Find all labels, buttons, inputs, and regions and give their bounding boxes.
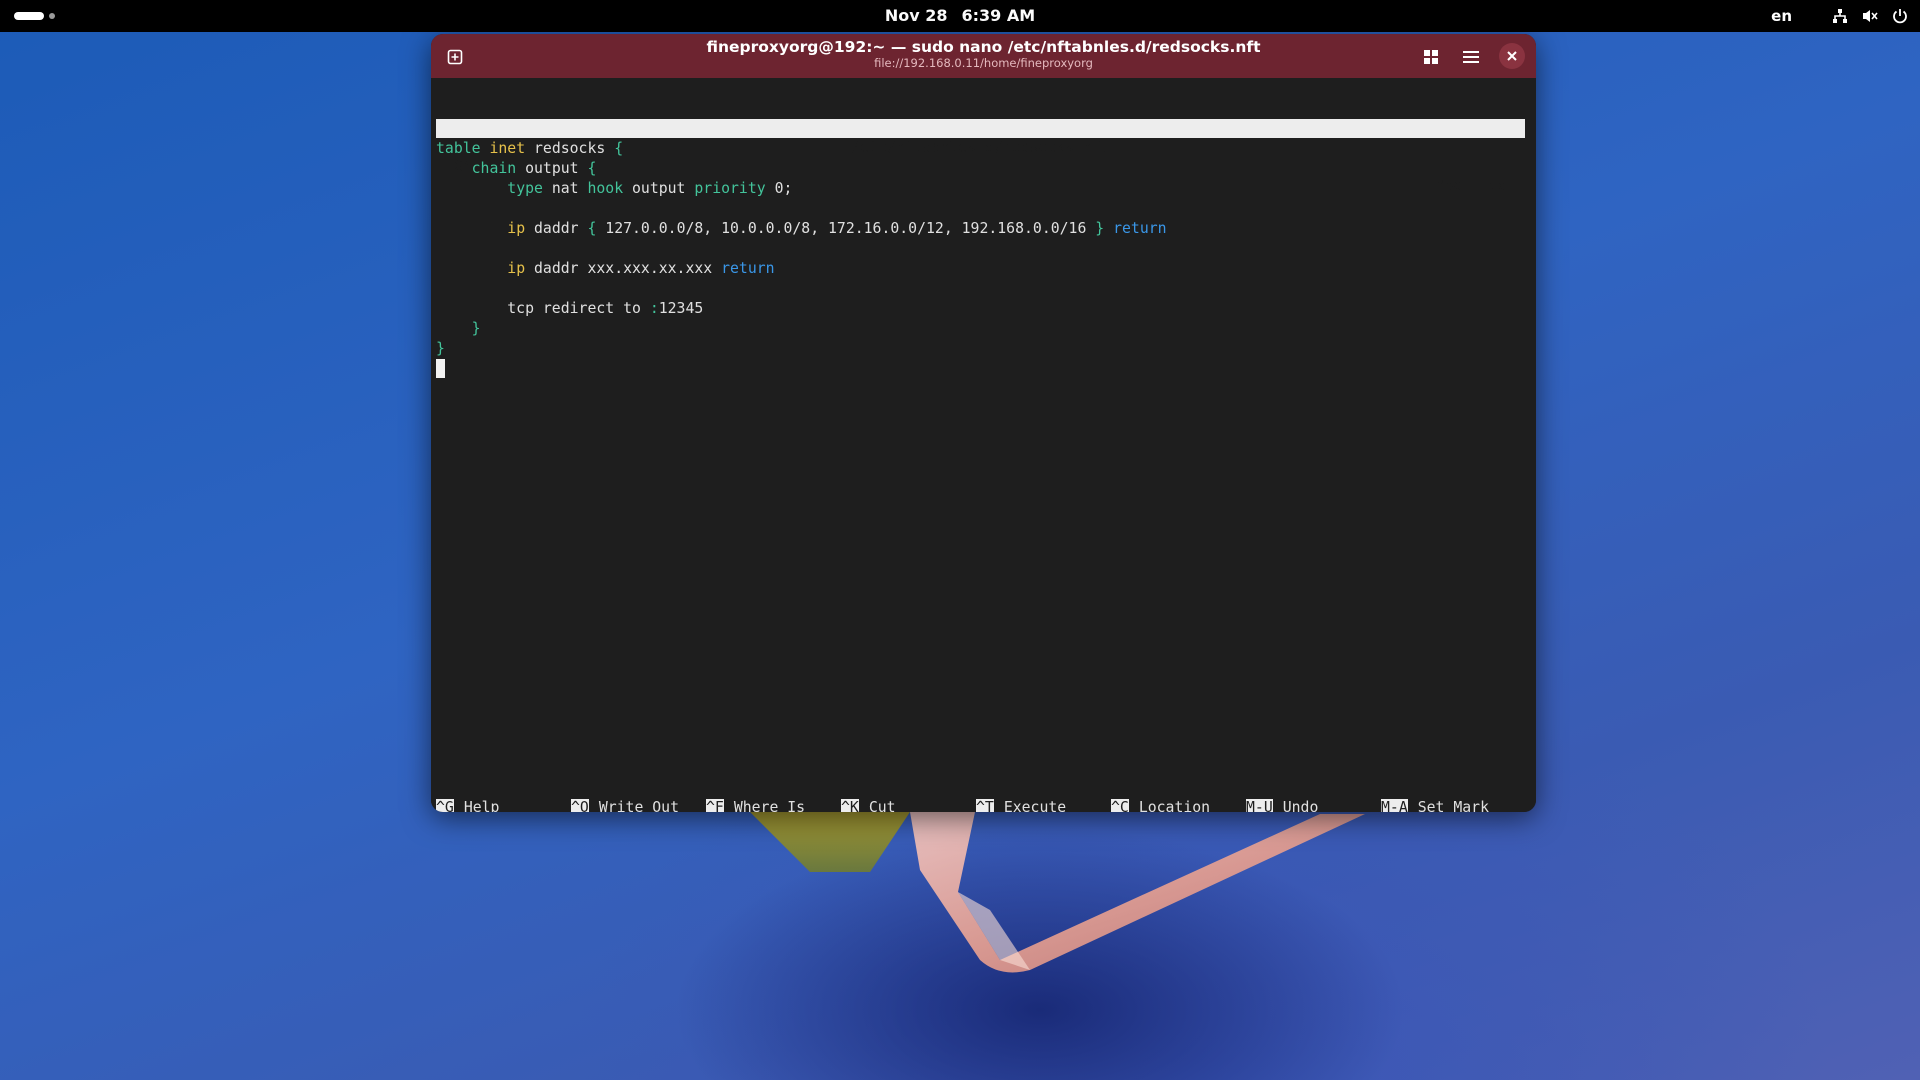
shortcut-label: Execute <box>1003 799 1067 812</box>
code-token: : <box>649 300 659 317</box>
new-tab-icon <box>447 49 463 65</box>
code-token: type <box>507 180 543 197</box>
code-token: return <box>721 260 775 277</box>
workspace-indicator[interactable] <box>49 13 55 19</box>
shortcut-where-is[interactable]: ^F Where Is <box>706 798 805 812</box>
shortcut-label: Help <box>463 799 500 812</box>
shortcut-key: M-A <box>1381 799 1408 812</box>
code-token: ip <box>507 260 526 277</box>
shortcut-execute[interactable]: ^T Execute <box>976 798 1066 812</box>
grid-view-icon <box>1424 50 1438 64</box>
shortcut-key: M-U <box>1246 799 1273 812</box>
code-token: } <box>471 320 481 337</box>
shortcut-key: ^K <box>841 799 859 812</box>
code-token: output <box>516 160 588 177</box>
network-icon[interactable] <box>1832 8 1848 24</box>
code-line[interactable]: type nat hook output priority 0; <box>436 179 1526 199</box>
code-line[interactable] <box>436 359 1526 379</box>
code-token: redsocks <box>525 140 615 157</box>
nano-title-bar: /etc/nftabnles.d/redsocks.nft GNU nano 8… <box>436 119 1525 194</box>
nano-shortcut-bar: ^G Help ^O Write Out ^F Where Is ^K Cut ^T Execut… <box>436 798 1531 812</box>
code-line[interactable]: ip daddr xxx.xxx.xx.xxx return <box>436 259 1526 279</box>
shortcut-key: ^T <box>976 799 994 812</box>
code-token: 127.0.0.0/8, 10.0.0.0/8, 172.16.0.0/12, … <box>596 220 1096 237</box>
code-token: return <box>1113 220 1167 237</box>
terminal-window: fineproxyorg@192:~ — sudo nano /etc/nfta… <box>431 34 1536 812</box>
code-line[interactable]: ip daddr { 127.0.0.0/8, 10.0.0.0/8, 172.… <box>436 219 1526 239</box>
terminal-area[interactable]: /etc/nftabnles.d/redsocks.nft GNU nano 8… <box>431 78 1536 812</box>
close-window-button[interactable] <box>1499 43 1525 69</box>
code-token: output <box>623 180 695 197</box>
code-line[interactable] <box>436 199 1526 219</box>
workspace-active-indicator[interactable] <box>14 12 44 20</box>
shortcut-label: Write Out <box>598 799 680 812</box>
code-token: { <box>614 140 624 157</box>
clock: Nov 28 6:39 AM <box>0 0 1920 32</box>
code-token: priority <box>694 180 766 197</box>
code-token: } <box>1095 220 1105 237</box>
code-token: nat <box>542 180 588 197</box>
text-cursor <box>436 359 445 378</box>
code-token: } <box>436 340 445 357</box>
shortcut-key: ^G <box>436 799 454 812</box>
code-token: hook <box>587 180 624 197</box>
clock-date[interactable]: Nov 28 <box>885 6 948 25</box>
activities-indicator[interactable] <box>14 11 55 21</box>
system-tray: en <box>1771 0 1908 32</box>
code-token: ip <box>507 220 526 237</box>
code-token: 0; <box>765 180 793 197</box>
window-subtitle: file://192.168.0.11/home/fineproxyorg <box>874 56 1093 70</box>
shortcut-key: ^C <box>1111 799 1129 812</box>
shortcut-key: ^O <box>571 799 589 812</box>
shortcut-label: Where Is <box>733 799 806 812</box>
keyboard-language[interactable]: en <box>1771 7 1792 25</box>
shortcut-row: ^G Help ^O Write Out ^F Where Is ^K Cut ^T Execut… <box>436 798 1531 812</box>
code-token: table <box>436 140 481 157</box>
shortcut-set-mark[interactable]: M-A Set Mark <box>1381 798 1489 812</box>
shortcut-undo[interactable]: M-U Undo <box>1246 798 1318 812</box>
new-tab-button[interactable] <box>441 43 469 71</box>
code-line[interactable]: } <box>436 319 1526 339</box>
close-icon <box>1507 51 1517 61</box>
shortcut-cut[interactable]: ^K Cut <box>841 798 896 812</box>
top-bar: Nov 28 6:39 AM en <box>0 0 1920 32</box>
code-token: 12345 <box>658 300 704 317</box>
shortcut-label: Location <box>1138 799 1211 812</box>
clock-time[interactable]: 6:39 AM <box>961 6 1035 25</box>
code-token: daddr <box>525 220 588 237</box>
code-token: { <box>587 160 597 177</box>
code-line[interactable]: tcp redirect to :12345 <box>436 299 1526 319</box>
code-token: daddr xxx.xxx.xx.xxx <box>525 260 722 277</box>
tab-overview-button[interactable] <box>1417 43 1445 71</box>
code-line[interactable]: chain output { <box>436 159 1526 179</box>
code-token: inet <box>489 140 526 157</box>
wallpaper-shape <box>750 812 1365 973</box>
code-line[interactable]: table inet redsocks { <box>436 139 1526 159</box>
code-line[interactable] <box>436 279 1526 299</box>
code-line[interactable]: } <box>436 339 1526 359</box>
shortcut-key: ^F <box>706 799 724 812</box>
shortcut-location[interactable]: ^C Location <box>1111 798 1210 812</box>
volume-muted-icon[interactable] <box>1862 8 1878 24</box>
shortcut-write-out[interactable]: ^O Write Out <box>571 798 679 812</box>
code-token: tcp redirect to <box>436 300 650 317</box>
shortcut-label: Set Mark <box>1417 799 1490 812</box>
code-line[interactable] <box>436 239 1526 259</box>
code-token: chain <box>471 160 517 177</box>
power-icon[interactable] <box>1892 8 1908 24</box>
shortcut-label: Cut <box>868 799 896 812</box>
shortcut-label: Undo <box>1282 799 1319 812</box>
shortcut-help[interactable]: ^G Help <box>436 798 499 812</box>
main-menu-button[interactable] <box>1457 43 1485 71</box>
hamburger-menu-icon <box>1463 51 1479 63</box>
window-title: fineproxyorg@192:~ — sudo nano /etc/nfta… <box>706 38 1261 56</box>
editor-buffer[interactable]: table inet redsocks { chain output { typ… <box>436 139 1526 379</box>
window-header-bar[interactable]: fineproxyorg@192:~ — sudo nano /etc/nfta… <box>431 34 1536 78</box>
